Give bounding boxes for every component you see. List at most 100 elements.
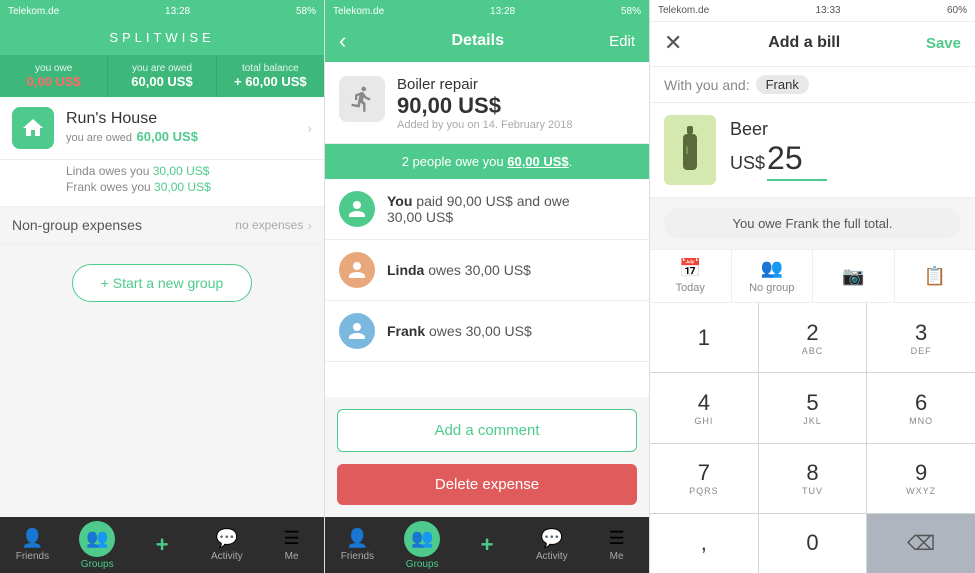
avatar-you: [339, 191, 375, 227]
tab-friends-1[interactable]: 👤 Friends: [0, 517, 65, 573]
tab-label-activity-1: Activity: [211, 551, 243, 562]
carrier-3: Telekom.de: [658, 5, 709, 16]
panel-details: Telekom.de 13:28 58% ‹ Details Edit Boil…: [325, 0, 650, 573]
me-icon-1: ☰: [284, 528, 300, 549]
expense-title: Boiler repair: [397, 76, 573, 93]
tab-bar-2: 👤 Friends 👥 Groups + 💬 Activity ☰ Me: [325, 517, 649, 573]
tab-add-2[interactable]: +: [455, 517, 520, 573]
friends-icon-2: 👤: [346, 528, 368, 549]
activity-icon-1: 💬: [216, 528, 238, 549]
tab-bar-1: 👤 Friends 👥 Groups + 💬 Activity ☰ Me: [0, 517, 324, 573]
num-key-4[interactable]: 4GHI: [650, 373, 758, 442]
back-button[interactable]: ‹: [339, 30, 346, 52]
meta-date[interactable]: 📅 Today: [650, 250, 732, 302]
app-header: SPLITWISE: [0, 22, 324, 55]
meta-notes[interactable]: 📋: [895, 250, 975, 302]
num-key-comma[interactable]: ,: [650, 514, 758, 573]
bottle-image: [664, 115, 716, 185]
num-key-9[interactable]: 9WXYZ: [867, 444, 975, 513]
avatar-linda: [339, 252, 375, 288]
tab-label-me-1: Me: [285, 551, 299, 562]
time-3: 13:33: [816, 5, 841, 16]
edit-button[interactable]: Edit: [609, 33, 635, 50]
tab-me-1[interactable]: ☰ Me: [259, 517, 324, 573]
num-key-1[interactable]: 1: [650, 303, 758, 372]
no-expenses-text: no expenses: [235, 218, 303, 232]
new-group-button[interactable]: + Start a new group: [72, 264, 253, 302]
tab-add-1[interactable]: +: [130, 517, 195, 573]
owed-amount: 60,00 US$: [507, 154, 568, 169]
camera-icon: 📷: [842, 266, 864, 287]
non-group-label: Non-group expenses: [12, 217, 142, 233]
group-name: Run's House: [66, 110, 307, 128]
meta-group-label: No group: [749, 282, 794, 294]
carrier-2: Telekom.de: [333, 6, 384, 17]
battery-3: 60%: [947, 5, 967, 16]
bill-amount[interactable]: 25: [767, 140, 827, 181]
numpad: 1 2ABC 3DEF 4GHI 5JKL 6MNO 7PQRS 8TUV 9W…: [650, 303, 975, 573]
debt-line-1: Linda owes you 30,00 US$: [66, 164, 312, 178]
split-text-linda: Linda owes 30,00 US$: [387, 262, 531, 278]
num-key-7[interactable]: 7PQRS: [650, 444, 758, 513]
tab-activity-1[interactable]: 💬 Activity: [194, 517, 259, 573]
num-key-0[interactable]: 0: [759, 514, 867, 573]
owed-banner: 2 people owe you 60,00 US$.: [325, 144, 649, 179]
add-icon-1: +: [156, 532, 169, 558]
panel-splitwise: Telekom.de 13:28 58% SPLITWISE you owe 0…: [0, 0, 325, 573]
you-owe-value: 0,00 US$: [4, 74, 103, 89]
me-icon-2: ☰: [609, 528, 625, 549]
balance-bar: you owe 0,00 US$ you are owed 60,00 US$ …: [0, 55, 324, 97]
non-group-section[interactable]: Non-group expenses no expenses ›: [0, 207, 324, 244]
addbill-header: ✕ Add a bill Save: [650, 22, 975, 67]
tab-label-friends-1: Friends: [16, 551, 49, 562]
add-comment-button[interactable]: Add a comment: [337, 409, 637, 452]
status-bar-1: Telekom.de 13:28 58%: [0, 0, 324, 22]
expense-info: Boiler repair 90,00 US$ Added by you on …: [397, 76, 573, 131]
expense-detail-top: Boiler repair 90,00 US$ Added by you on …: [325, 62, 649, 144]
expense-icon-wrap: [339, 76, 385, 122]
num-key-8[interactable]: 8TUV: [759, 444, 867, 513]
tab-me-2[interactable]: ☰ Me: [584, 517, 649, 573]
close-button[interactable]: ✕: [664, 30, 682, 56]
num-key-2[interactable]: 2ABC: [759, 303, 867, 372]
num-key-6[interactable]: 6MNO: [867, 373, 975, 442]
app-title: SPLITWISE: [0, 30, 324, 45]
tab-groups-2[interactable]: 👥 Groups: [390, 517, 455, 573]
you-owe-item: you owe 0,00 US$: [0, 55, 108, 97]
tab-label-groups-2: Groups: [406, 559, 439, 570]
tab-groups-1[interactable]: 👥 Groups: [65, 517, 130, 573]
debt-line-2: Frank owes you 30,00 US$: [66, 180, 312, 194]
tab-friends-2[interactable]: 👤 Friends: [325, 517, 390, 573]
delete-expense-button[interactable]: Delete expense: [337, 464, 637, 505]
groups-icon-2: 👥: [411, 528, 433, 549]
num-key-5[interactable]: 5JKL: [759, 373, 867, 442]
expense-amount: 90,00 US$: [397, 93, 573, 119]
save-button[interactable]: Save: [926, 35, 961, 52]
with-person-chip[interactable]: Frank: [756, 75, 809, 94]
meta-date-label: Today: [676, 282, 705, 294]
total-balance-label: total balance: [221, 63, 320, 74]
carrier-1: Telekom.de: [8, 6, 59, 17]
split-list: You paid 90,00 US$ and owe30,00 US$ Lind…: [325, 179, 649, 397]
addbill-title: Add a bill: [768, 34, 840, 52]
meta-photo[interactable]: 📷: [813, 250, 895, 302]
time-2: 13:28: [490, 6, 515, 17]
details-title: Details: [452, 32, 504, 50]
group-info: Run's House you are owed 60,00 US$: [66, 110, 307, 146]
backspace-button[interactable]: ⌫: [867, 514, 975, 573]
details-header: ‹ Details Edit: [325, 22, 649, 62]
group-owed-label: you are owed 60,00 US$: [66, 128, 307, 146]
split-text-you: You paid 90,00 US$ and owe30,00 US$: [387, 193, 570, 225]
tab-activity-2[interactable]: 💬 Activity: [519, 517, 584, 573]
meta-group[interactable]: 👥 No group: [732, 250, 814, 302]
group-list-item[interactable]: Run's House you are owed 60,00 US$ ›: [0, 97, 324, 160]
group-debts: Linda owes you 30,00 US$ Frank owes you …: [0, 160, 324, 207]
group-icon: [12, 107, 54, 149]
battery-1: 58%: [296, 6, 316, 17]
bill-currency: US$: [730, 153, 765, 174]
num-key-3[interactable]: 3DEF: [867, 303, 975, 372]
group-meta-icon: 👥: [761, 258, 783, 279]
tab-label-me-2: Me: [610, 551, 624, 562]
group-chevron-icon: ›: [307, 120, 312, 136]
expense-added-by: Added by you on 14. February 2018: [397, 119, 573, 131]
